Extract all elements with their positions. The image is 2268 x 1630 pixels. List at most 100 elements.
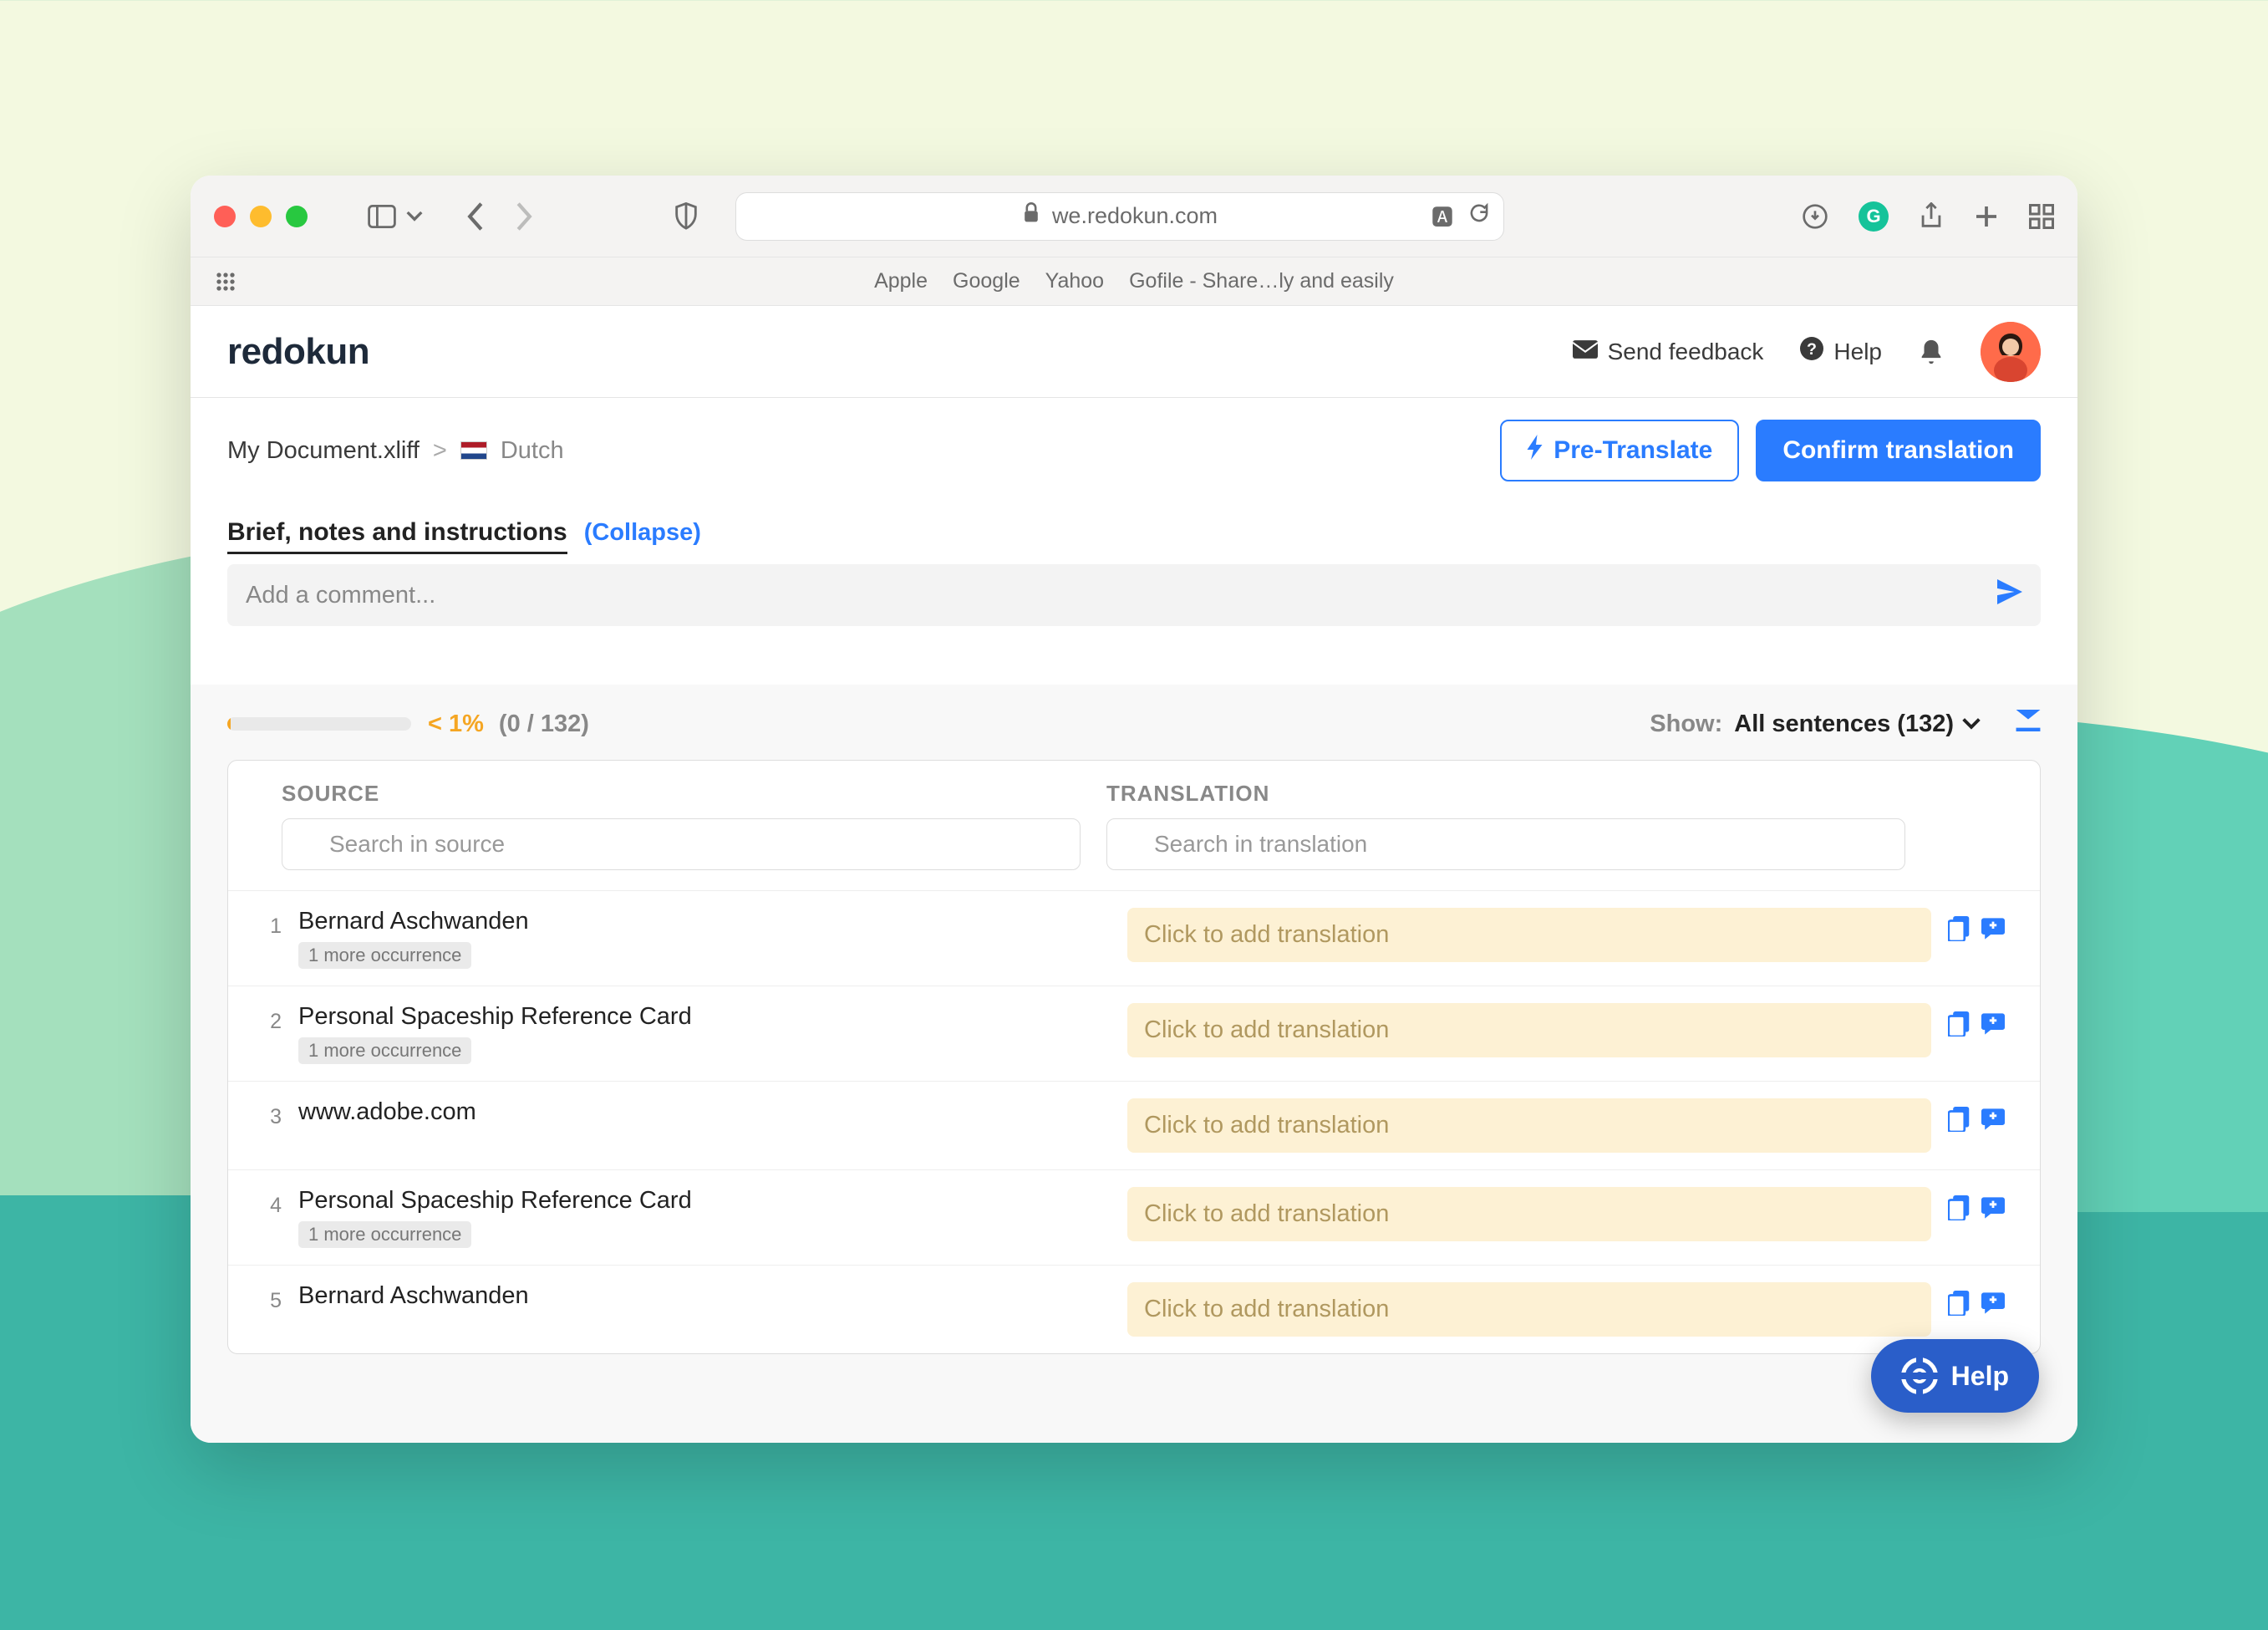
source-search-input[interactable] <box>282 818 1081 870</box>
bookmark-link[interactable]: Apple <box>874 269 928 293</box>
translation-column-label: TRANSLATION <box>1106 781 1931 807</box>
avatar[interactable] <box>1981 322 2041 382</box>
progress-counts: (0 / 132) <box>499 711 589 738</box>
row-number: 5 <box>253 1282 282 1313</box>
copy-source-icon[interactable] <box>1948 1107 1970 1136</box>
help-link[interactable]: ? Help <box>1800 337 1882 366</box>
copy-source-icon[interactable] <box>1948 916 1970 945</box>
logo[interactable]: redokun <box>227 331 369 373</box>
notifications-icon[interactable] <box>1919 338 1944 366</box>
translation-input[interactable]: Click to add translation <box>1127 1282 1931 1337</box>
collapse-link[interactable]: (Collapse) <box>584 519 701 547</box>
document-name[interactable]: My Document.xliff <box>227 437 420 465</box>
add-comment-icon[interactable] <box>1981 1013 2005 1039</box>
translation-input[interactable]: Click to add translation <box>1127 908 1931 962</box>
translation-grid: SOURCE TRANSLATION <box>227 760 2041 1354</box>
row-number: 3 <box>253 1098 282 1129</box>
downloads-icon[interactable] <box>1802 203 1828 230</box>
source-text: Bernard Aschwanden <box>298 908 1102 935</box>
translate-icon[interactable]: 🅰︎ <box>1431 201 1453 232</box>
copy-source-icon[interactable] <box>1948 1195 1970 1225</box>
lock-icon <box>1022 202 1040 230</box>
progress-percent: < 1% <box>428 711 484 738</box>
pre-translate-button[interactable]: Pre-Translate <box>1500 420 1739 481</box>
share-icon[interactable] <box>1919 202 1944 231</box>
table-row: 2 Personal Spaceship Reference Card 1 mo… <box>228 986 2040 1081</box>
sidebar-toggle-icon[interactable] <box>368 205 396 228</box>
send-icon[interactable] <box>1997 579 2022 611</box>
source-cell: www.adobe.com <box>282 1098 1127 1133</box>
bookmark-link[interactable]: Gofile - Share…ly and easily <box>1129 269 1394 293</box>
filter-dropdown[interactable]: All sentences (132) <box>1734 711 1981 738</box>
bookmark-link[interactable]: Google <box>953 269 1020 293</box>
close-window-button[interactable] <box>214 206 236 227</box>
brief-title: Brief, notes and instructions <box>227 518 567 554</box>
url-bar[interactable]: we.redokun.com 🅰︎ <box>735 192 1504 241</box>
comment-input[interactable]: Add a comment... <box>227 564 2041 626</box>
privacy-shield-icon[interactable] <box>674 202 699 231</box>
row-number: 4 <box>253 1187 282 1218</box>
translation-input[interactable]: Click to add translation <box>1127 1187 1931 1241</box>
new-tab-icon[interactable] <box>1974 204 1999 229</box>
app-header: redokun Send feedback ? Help <box>191 306 2077 398</box>
translation-cell: Click to add translation <box>1127 1187 1948 1241</box>
source-text: Bernard Aschwanden <box>298 1282 1102 1310</box>
add-comment-icon[interactable] <box>1981 1108 2005 1134</box>
collapse-all-icon[interactable] <box>2016 710 2041 738</box>
bookmark-link[interactable]: Yahoo <box>1045 269 1104 293</box>
bolt-icon <box>1527 435 1545 466</box>
maximize-window-button[interactable] <box>286 206 308 227</box>
minimize-window-button[interactable] <box>250 206 272 227</box>
row-number: 2 <box>253 1003 282 1034</box>
occurrence-badge[interactable]: 1 more occurrence <box>298 942 471 969</box>
content-area: < 1% (0 / 132) Show: All sentences (132)… <box>191 685 2077 1443</box>
translation-input[interactable]: Click to add translation <box>1127 1098 1931 1153</box>
source-column-label: SOURCE <box>282 781 1106 807</box>
flag-nl-icon <box>460 441 487 460</box>
add-comment-icon[interactable] <box>1981 918 2005 944</box>
apps-grid-icon[interactable] <box>216 272 236 292</box>
grammarly-icon[interactable]: G <box>1859 201 1889 232</box>
url-text: we.redokun.com <box>1052 203 1218 229</box>
chevron-down-icon <box>1962 718 1981 730</box>
chevron-down-icon[interactable] <box>406 211 423 222</box>
occurrence-badge[interactable]: 1 more occurrence <box>298 1221 471 1248</box>
translation-cell: Click to add translation <box>1127 908 1948 962</box>
source-text: Personal Spaceship Reference Card <box>298 1003 1102 1031</box>
add-comment-icon[interactable] <box>1981 1292 2005 1318</box>
translation-cell: Click to add translation <box>1127 1098 1948 1153</box>
translation-cell: Click to add translation <box>1127 1282 1948 1337</box>
row-number: 1 <box>253 908 282 939</box>
translation-cell: Click to add translation <box>1127 1003 1948 1057</box>
table-row: 3 www.adobe.com Click to add translation <box>228 1081 2040 1169</box>
source-text: Personal Spaceship Reference Card <box>298 1187 1102 1215</box>
copy-source-icon[interactable] <box>1948 1291 1970 1320</box>
help-bubble[interactable]: Help <box>1871 1339 2039 1413</box>
add-comment-icon[interactable] <box>1981 1197 2005 1223</box>
language-name: Dutch <box>501 437 564 465</box>
svg-text:?: ? <box>1807 340 1817 359</box>
occurrence-badge[interactable]: 1 more occurrence <box>298 1037 471 1064</box>
translation-search-input[interactable] <box>1106 818 1905 870</box>
translation-input[interactable]: Click to add translation <box>1127 1003 1931 1057</box>
stats-row: < 1% (0 / 132) Show: All sentences (132) <box>227 710 2041 738</box>
copy-source-icon[interactable] <box>1948 1011 1970 1041</box>
breadcrumb: My Document.xliff > Dutch <box>227 437 564 465</box>
comment-placeholder: Add a comment... <box>246 582 435 609</box>
action-bar: My Document.xliff > Dutch Pre-Translate … <box>191 398 2077 503</box>
help-label: Help <box>1833 339 1882 365</box>
confirm-translation-label: Confirm translation <box>1782 436 2014 465</box>
browser-window: we.redokun.com 🅰︎ G <box>191 176 2077 1443</box>
reload-icon[interactable] <box>1468 202 1490 230</box>
tabs-grid-icon[interactable] <box>2029 204 2054 229</box>
filter-label: Show: <box>1650 711 1722 738</box>
send-feedback-link[interactable]: Send feedback <box>1573 339 1764 365</box>
table-row: 5 Bernard Aschwanden Click to add transl… <box>228 1265 2040 1353</box>
forward-button[interactable] <box>515 202 533 231</box>
table-row: 4 Personal Spaceship Reference Card 1 mo… <box>228 1169 2040 1265</box>
source-cell: Personal Spaceship Reference Card 1 more… <box>282 1187 1127 1248</box>
progress-bar <box>227 717 411 731</box>
back-button[interactable] <box>466 202 485 231</box>
bookmarks-bar: Apple Google Yahoo Gofile - Share…ly and… <box>191 257 2077 306</box>
confirm-translation-button[interactable]: Confirm translation <box>1756 420 2041 481</box>
